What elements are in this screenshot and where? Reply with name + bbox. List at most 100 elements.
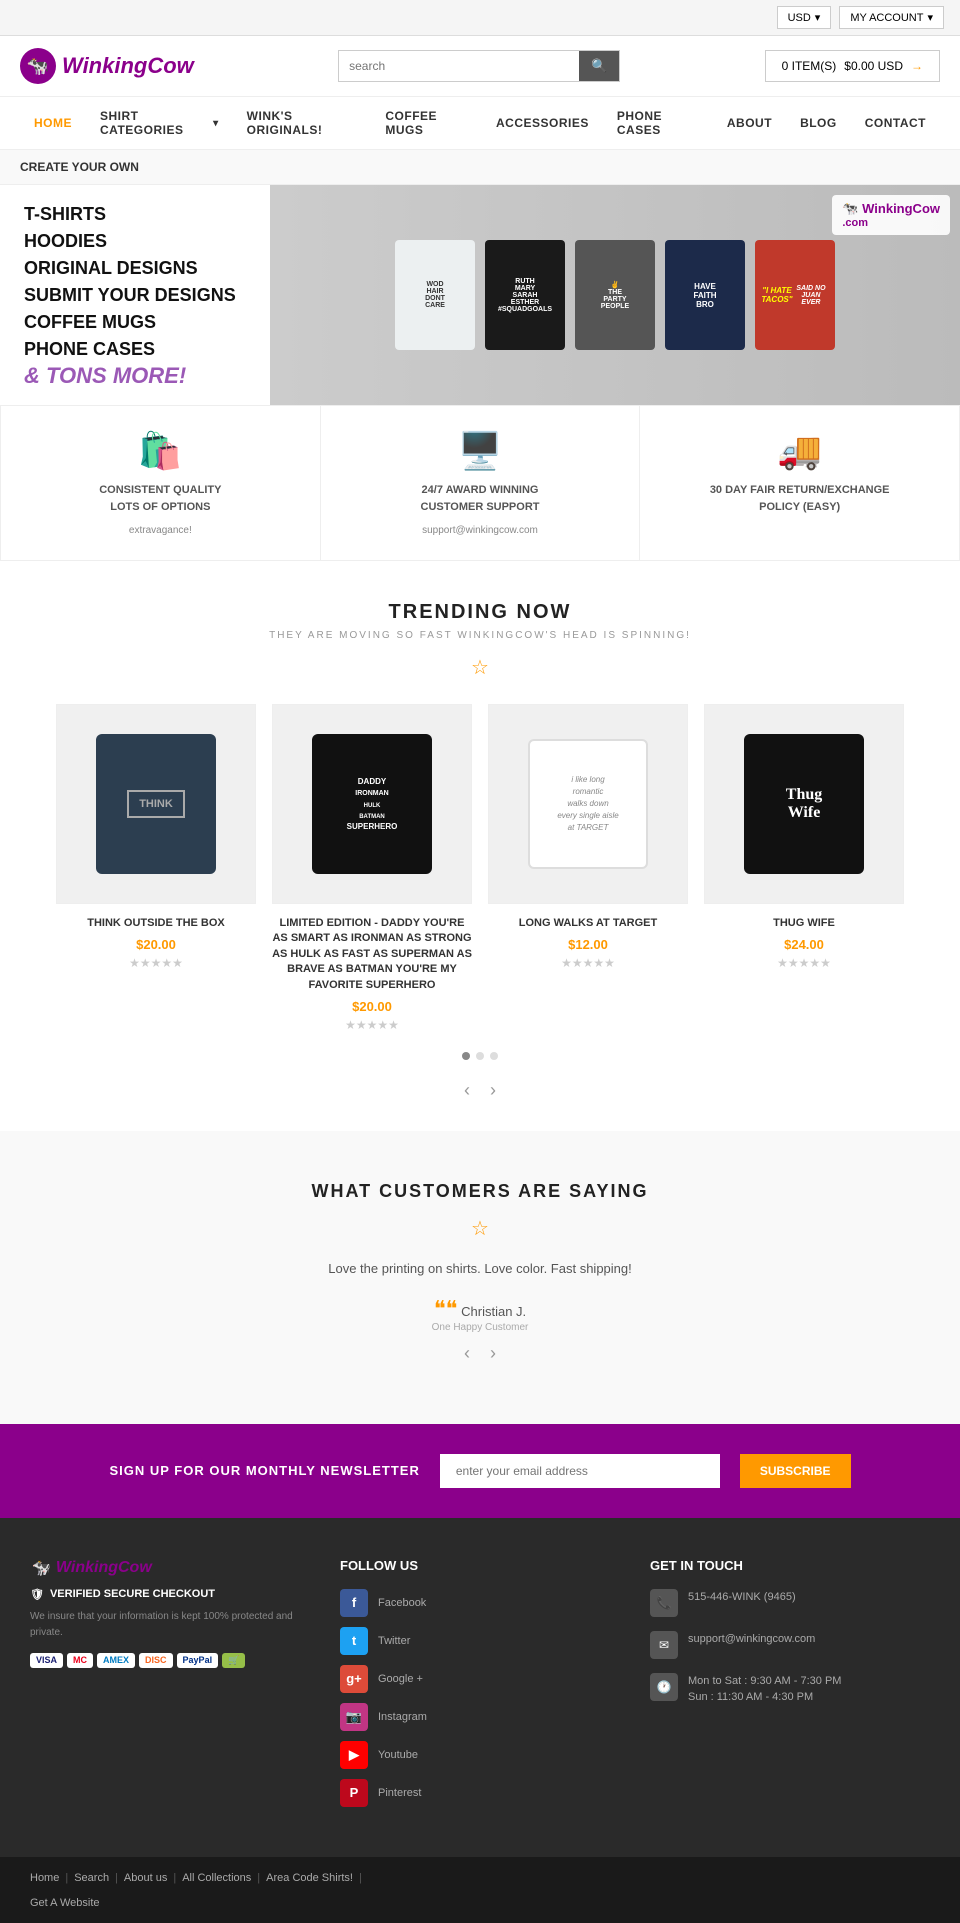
- currency-selector[interactable]: USD ▾: [777, 6, 832, 29]
- nav-item-contact[interactable]: CONTACT: [851, 104, 940, 142]
- email-icon: ✉: [650, 1631, 678, 1659]
- logo-text: WinkingCow: [62, 53, 194, 79]
- hero-item-tshirts: T-SHIRTS: [24, 201, 246, 228]
- logo[interactable]: 🐄 WinkingCow: [20, 48, 194, 84]
- nav-item-blog[interactable]: BLOG: [786, 104, 851, 142]
- product-rating-2: ★★★★★: [272, 1018, 472, 1032]
- hero-shirt-4: HAVEFAITHBRO: [665, 240, 745, 350]
- feature-return: 🚚 30 DAY FAIR RETURN/EXCHANGEPOLICY (eas…: [640, 406, 959, 560]
- logo-icon: 🐄: [20, 48, 56, 84]
- footer: 🐄 WinkingCow 🛡 VERIFIED SECURE CHECKOUT …: [0, 1518, 960, 1857]
- footer-link-search[interactable]: Search: [74, 1872, 109, 1884]
- search-bar: 🔍: [338, 50, 620, 82]
- feature-quality: 🛍️ CONSISTENT QUALITYLOTS OF OPTIONS ext…: [1, 406, 321, 560]
- shield-icon: 🛡: [30, 1588, 44, 1601]
- social-label-instagram: Instagram: [378, 1711, 427, 1723]
- cart-count: 0 ITEM(S): [782, 59, 837, 73]
- account-label: MY ACCOUNT: [850, 12, 923, 24]
- nav-item-shirt-categories[interactable]: SHIRT CATEGORIES ▾: [86, 97, 233, 149]
- social-item-instagram[interactable]: 📷 Instagram: [340, 1703, 620, 1731]
- product-title-1: THINK OUTSIDE THE BOX: [56, 916, 256, 931]
- product-rating-4: ★★★★★: [704, 956, 904, 970]
- social-label-googleplus: Google +: [378, 1673, 423, 1685]
- prev-arrow[interactable]: ‹: [464, 1080, 470, 1101]
- social-item-googleplus[interactable]: g+ Google +: [340, 1665, 620, 1693]
- nav-item-coffee-mugs[interactable]: COFFEE MUGS: [371, 97, 482, 149]
- cart-arrow: →: [911, 59, 923, 73]
- hero-item-original: ORIGINAL DESIGNS: [24, 255, 246, 282]
- product-img-3: i like longromanticwalks downevery singl…: [488, 704, 688, 904]
- subnav-create-your-own[interactable]: CREATE YOUR OWN: [20, 160, 139, 174]
- product-img-2: DADDY IRONMAN HULK BATMAN SUPERHERO: [272, 704, 472, 904]
- visa-icon: VISA: [30, 1653, 63, 1668]
- currency-label: USD: [788, 12, 811, 24]
- product-title-4: THUG WIFE: [704, 916, 904, 931]
- nav-item-accessories[interactable]: ACCESSORIES: [482, 104, 603, 142]
- footer-link-home[interactable]: Home: [30, 1872, 59, 1884]
- account-selector[interactable]: MY ACCOUNT ▾: [839, 6, 944, 29]
- discover-icon: DISC: [139, 1653, 173, 1668]
- footer-secure-label: VERIFIED SECURE CHECKOUT: [50, 1588, 215, 1600]
- footer-logo[interactable]: 🐄 WinkingCow: [30, 1558, 310, 1578]
- trending-star: ☆: [20, 655, 940, 680]
- product-img-1: THINK: [56, 704, 256, 904]
- newsletter-text: SIGN UP FOR OUR MONTHLY NEWSLETTER: [109, 1463, 419, 1478]
- shirt-daddy-text: DADDY IRONMAN HULK BATMAN SUPERHERO: [347, 776, 398, 833]
- quote-icon: ❝❝: [434, 1296, 458, 1321]
- social-item-youtube[interactable]: ▶ Youtube: [340, 1741, 620, 1769]
- twitter-icon: t: [340, 1627, 368, 1655]
- footer-link-area-codes[interactable]: Area Code Shirts!: [266, 1872, 353, 1884]
- product-price-1: $20.00: [56, 937, 256, 952]
- products-grid: THINK THINK OUTSIDE THE BOX $20.00 ★★★★★…: [20, 694, 940, 1042]
- product-nav-arrows: ‹ ›: [20, 1070, 940, 1111]
- search-button[interactable]: 🔍: [579, 51, 619, 81]
- contact-email-text: support@winkingcow.com: [688, 1631, 815, 1648]
- newsletter-subscribe-button[interactable]: SUBSCRIBE: [740, 1454, 851, 1488]
- product-rating-3: ★★★★★: [488, 956, 688, 970]
- product-card-3[interactable]: i like longromanticwalks downevery singl…: [488, 704, 688, 1032]
- product-card-2[interactable]: DADDY IRONMAN HULK BATMAN SUPERHERO LIMI…: [272, 704, 472, 1032]
- footer-link-collections[interactable]: All Collections: [182, 1872, 251, 1884]
- social-item-twitter[interactable]: t Twitter: [340, 1627, 620, 1655]
- product-card-4[interactable]: ThugWife THUG WIFE $24.00 ★★★★★: [704, 704, 904, 1032]
- shirt-think-text: THINK: [127, 790, 185, 818]
- testimonial-author-sub: One Happy Customer: [20, 1322, 940, 1333]
- next-arrow[interactable]: ›: [490, 1080, 496, 1101]
- mug-target-text: i like longromanticwalks downevery singl…: [557, 774, 618, 834]
- social-item-pinterest[interactable]: P Pinterest: [340, 1779, 620, 1807]
- subnav: CREATE YOUR OWN: [0, 150, 960, 185]
- hero-shirt-2: RUTHMARYSARAHESTHER#SQUADGOALS: [485, 240, 565, 350]
- hero-item-phone: PHONE CASES: [24, 336, 246, 363]
- footer-sep-1: |: [65, 1872, 68, 1884]
- footer-link-about[interactable]: About us: [124, 1872, 167, 1884]
- cart-button[interactable]: 0 ITEM(S) $0.00 USD →: [765, 50, 940, 82]
- footer-logo-icon: 🐄: [30, 1558, 50, 1578]
- search-input[interactable]: [339, 51, 579, 81]
- product-title-3: LONG WALKS AT TARGET: [488, 916, 688, 931]
- testimonial-prev-arrow[interactable]: ‹: [464, 1343, 470, 1364]
- mug-target-mockup: i like longromanticwalks downevery singl…: [528, 739, 648, 869]
- chevron-down-icon: ▾: [213, 118, 219, 129]
- hero-item-submit: SUBMIT YOUR DESIGNS: [24, 282, 246, 309]
- social-item-facebook[interactable]: f Facebook: [340, 1589, 620, 1617]
- return-icon: 🚚: [777, 430, 822, 472]
- footer-contact-col: GET IN TOUCH 📞 515-446-WINK (9465) ✉ sup…: [650, 1558, 930, 1817]
- product-rating-1: ★★★★★: [56, 956, 256, 970]
- hero-shirts-display: WODHAIRDONTCARE RUTHMARYSARAHESTHER#SQUA…: [375, 240, 855, 350]
- hero-banner: T-SHIRTS HOODIES ORIGINAL DESIGNS SUBMIT…: [0, 185, 960, 405]
- product-card-1[interactable]: THINK THINK OUTSIDE THE BOX $20.00 ★★★★★: [56, 704, 256, 1032]
- trending-section: TRENDING NOW THEY ARE MOVING SO FAST WIN…: [0, 561, 960, 1131]
- social-label-facebook: Facebook: [378, 1597, 426, 1609]
- nav-item-about[interactable]: ABOUT: [713, 104, 786, 142]
- nav-item-winks-originals[interactable]: WINK'S ORIGINALS!: [233, 97, 372, 149]
- feature-return-title: 30 DAY FAIR RETURN/EXCHANGEPOLICY (easy): [710, 482, 890, 515]
- footer-link-get-website[interactable]: Get A Website: [30, 1897, 930, 1909]
- hero-overlay-text: 🐄 WinkingCow.com: [842, 201, 940, 229]
- nav-item-home[interactable]: HOME: [20, 104, 86, 142]
- testimonial-nav-arrows: ‹ ›: [20, 1333, 940, 1374]
- footer-social-col: FOLLOW US f Facebook t Twitter g+ Google…: [340, 1558, 620, 1817]
- feature-quality-sub: extravagance!: [129, 525, 192, 536]
- testimonial-next-arrow[interactable]: ›: [490, 1343, 496, 1364]
- newsletter-email-input[interactable]: [440, 1454, 720, 1488]
- nav-item-phone-cases[interactable]: PHONE CASES: [603, 97, 713, 149]
